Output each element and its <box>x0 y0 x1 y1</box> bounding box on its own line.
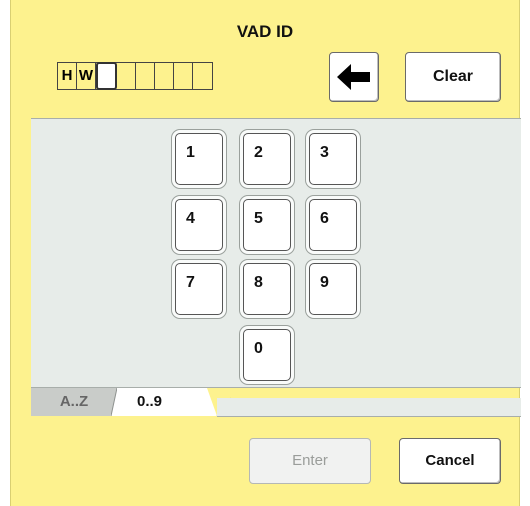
key-7[interactable]: 7 <box>175 263 223 315</box>
key-6[interactable]: 6 <box>309 199 357 251</box>
id-char-cell: W <box>77 63 96 89</box>
id-char-cell <box>136 63 155 89</box>
key-3[interactable]: 3 <box>309 133 357 185</box>
cancel-button[interactable]: Cancel <box>399 438 501 484</box>
key-9[interactable]: 9 <box>309 263 357 315</box>
tab-strip-fill <box>217 398 521 417</box>
tab-numbers[interactable]: 0..9 <box>117 388 217 416</box>
vad-id-field[interactable]: H W <box>57 62 213 90</box>
key-5[interactable]: 5 <box>243 199 291 251</box>
id-char-cell <box>193 63 212 89</box>
key-0[interactable]: 0 <box>243 329 291 381</box>
backspace-button[interactable] <box>329 52 379 102</box>
id-cursor-cell <box>96 62 117 90</box>
key-4[interactable]: 4 <box>175 199 223 251</box>
id-char-cell: H <box>58 63 77 89</box>
enter-button[interactable]: Enter <box>249 438 371 484</box>
tab-letters[interactable]: A..Z <box>31 388 117 416</box>
id-char-cell <box>155 63 174 89</box>
dialog-title: VAD ID <box>236 22 294 41</box>
key-1[interactable]: 1 <box>175 133 223 185</box>
keyboard-mode-tabs: A..Z 0..9 <box>31 388 521 418</box>
left-arrow-icon <box>337 64 370 90</box>
id-char-cell <box>117 63 136 89</box>
id-char-cell <box>174 63 193 89</box>
numeric-keypad: 1 2 3 4 5 6 7 8 9 0 <box>31 118 521 388</box>
key-2[interactable]: 2 <box>243 133 291 185</box>
key-8[interactable]: 8 <box>243 263 291 315</box>
clear-button[interactable]: Clear <box>405 52 501 102</box>
vad-id-dialog: VAD ID H W Clear 1 2 3 4 5 6 7 8 9 0 A..… <box>10 0 521 506</box>
